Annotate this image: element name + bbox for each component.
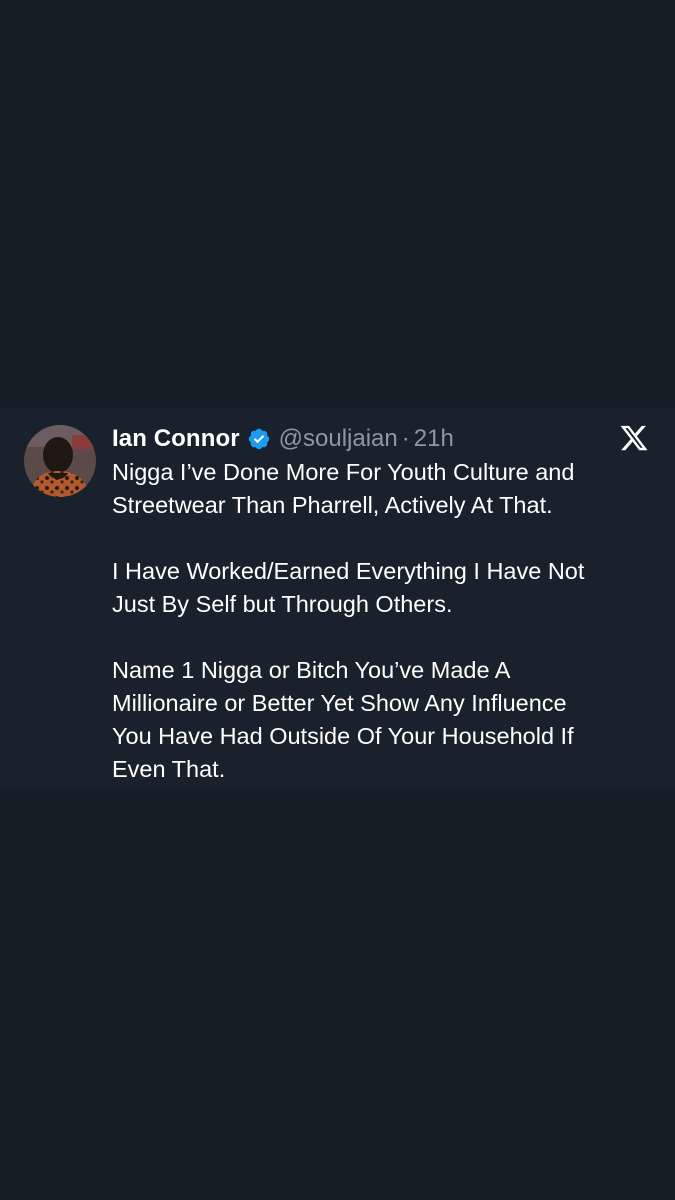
tweet-line: Just By Self but Through Others. xyxy=(112,591,453,617)
tweet-line: I Have Worked/Earned Everything I Have N… xyxy=(112,558,585,584)
author-name[interactable]: Ian Connor xyxy=(112,425,240,453)
author-handle[interactable]: @souljaian xyxy=(279,425,398,453)
verified-badge-icon xyxy=(248,428,269,450)
avatar[interactable] xyxy=(24,425,96,497)
tweet-paragraph: I Have Worked/Earned Everything I Have N… xyxy=(112,555,657,621)
avatar-image xyxy=(24,425,96,497)
tweet-line: You Have Had Outside Of Your Household I… xyxy=(112,723,574,749)
tweet-line: Streetwear Than Pharrell, Actively At Th… xyxy=(112,492,553,518)
screen: Ian Connor @souljaian · 21h Nigga I’ve D… xyxy=(0,0,675,1200)
tweet-line: Even That. xyxy=(112,756,226,782)
tweet-line: Nigga I’ve Done More For Youth Culture a… xyxy=(112,459,575,485)
tweet-paragraph: Nigga I’ve Done More For Youth Culture a… xyxy=(112,456,657,522)
tweet-text: Nigga I’ve Done More For Youth Culture a… xyxy=(112,456,657,786)
separator-dot: · xyxy=(401,425,410,452)
tweet-line: Millionaire or Better Yet Show Any Influ… xyxy=(112,690,567,716)
tweet-line: Name 1 Nigga or Bitch You’ve Made A xyxy=(112,657,511,683)
tweet-header: Ian Connor @souljaian · 21h xyxy=(112,422,454,456)
timestamp[interactable]: 21h xyxy=(414,425,454,453)
tweet-card[interactable]: Ian Connor @souljaian · 21h Nigga I’ve D… xyxy=(0,408,675,788)
tweet-paragraph: Name 1 Nigga or Bitch You’ve Made A Mill… xyxy=(112,654,657,786)
x-logo-icon xyxy=(620,425,648,451)
